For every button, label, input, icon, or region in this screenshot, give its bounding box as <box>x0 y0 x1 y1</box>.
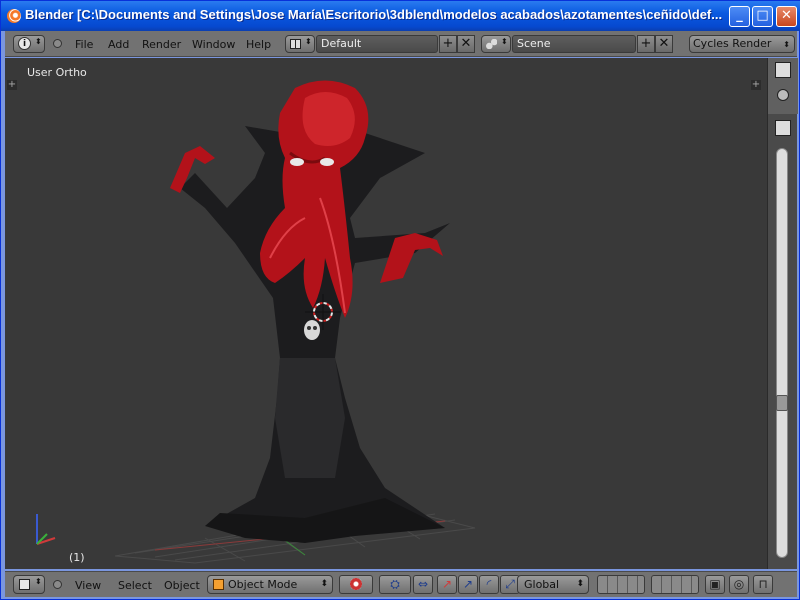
snap-button[interactable]: ⊓ <box>753 575 773 594</box>
pivot-icon: ⛭ <box>390 577 400 591</box>
plus-icon: + <box>640 36 652 51</box>
magnet-icon: ⊓ <box>758 577 768 591</box>
lock-camera-button[interactable]: ▣ <box>705 575 725 594</box>
add-scene-button[interactable]: + <box>637 35 655 53</box>
menu-render[interactable]: Render <box>142 38 181 51</box>
properties-scrollbar[interactable] <box>776 148 788 558</box>
current-frame: (1) <box>69 551 85 564</box>
outliner-header[interactable] <box>768 58 798 114</box>
menu-add[interactable]: Add <box>108 38 129 51</box>
info-icon: i <box>18 37 31 50</box>
scale-icon: ⤢ <box>505 577 515 591</box>
collapse-menu-icon[interactable] <box>53 580 62 589</box>
properties-region <box>767 58 798 569</box>
render-engine-selector[interactable]: Cycles Render ⬍ <box>689 35 795 53</box>
shading-sphere-icon <box>350 578 362 590</box>
axis-gizmo-icon <box>36 514 56 545</box>
transform-orientation-selector[interactable]: Global ⬍ <box>517 575 589 594</box>
close-button[interactable]: ✕ <box>776 6 797 27</box>
info-header: i ⬍ File Add Render Window Help ⬍ Defaul… <box>5 31 797 57</box>
menu-help[interactable]: Help <box>246 38 271 51</box>
manipulator-toggle[interactable]: ⇔ <box>413 575 433 594</box>
delete-scene-button[interactable]: ✕ <box>655 35 673 53</box>
menu-view[interactable]: View <box>75 579 101 592</box>
title-bar[interactable]: Blender [C:\Documents and Settings\Jose … <box>1 1 800 31</box>
add-layout-button[interactable]: + <box>439 35 457 53</box>
menu-select[interactable]: Select <box>118 579 152 592</box>
menu-window[interactable]: Window <box>192 38 235 51</box>
maximize-button[interactable]: □ <box>752 6 773 27</box>
plus-icon: + <box>442 36 454 51</box>
mode-selector[interactable]: Object Mode ⬍ <box>207 575 333 594</box>
x-icon: ✕ <box>658 36 670 51</box>
layer-buttons-1[interactable] <box>597 575 645 594</box>
properties-icon[interactable] <box>775 120 791 136</box>
x-icon: ✕ <box>460 36 472 51</box>
render-engine-label: Cycles Render <box>693 37 772 50</box>
object-mode-cube-icon <box>213 579 224 590</box>
rotate-icon: ◜ <box>486 577 492 591</box>
screen-layout-selector[interactable]: ⬍ <box>285 35 315 53</box>
chevron-updown-icon: ⬍ <box>501 37 508 46</box>
scene-render <box>36 80 476 564</box>
proportional-edit-icon: ◎ <box>733 577 745 591</box>
manipulator-icon: ⇔ <box>417 577 429 591</box>
scene-name-field[interactable]: Scene <box>512 35 636 53</box>
scrollbar-handle[interactable] <box>776 395 788 411</box>
blender-logo-icon <box>7 9 21 23</box>
lock-icon: ▣ <box>709 577 721 591</box>
chevron-updown-icon: ⬍ <box>783 40 790 49</box>
viewport-header: ⬍ View Select Object Object Mode ⬍ ⛭ ⇔ ↗… <box>5 571 797 597</box>
circle-icon <box>777 89 789 101</box>
collapse-menu-icon[interactable] <box>53 39 62 48</box>
chevron-updown-icon: ⬍ <box>305 37 312 46</box>
translate-arrow-icon: ↗ <box>441 577 453 591</box>
layout-name-field[interactable]: Default <box>316 35 438 53</box>
scene-icon <box>486 39 497 49</box>
shading-selector[interactable] <box>339 575 373 594</box>
chevron-updown-icon: ⬍ <box>35 37 42 46</box>
chevron-updown-icon: ⬍ <box>320 579 328 589</box>
delete-layout-button[interactable]: ✕ <box>457 35 475 53</box>
application-window: Blender [C:\Documents and Settings\Jose … <box>0 0 800 600</box>
mode-label: Object Mode <box>228 578 298 591</box>
outliner-icon[interactable] <box>775 62 791 78</box>
minimize-button[interactable]: _ <box>729 6 750 27</box>
rotate-manipulator-button[interactable]: ◜ <box>479 575 499 594</box>
close-icon: ✕ <box>781 8 792 23</box>
orientation-label: Global <box>524 578 560 591</box>
3d-viewport[interactable]: User Ortho + + (1) <box>5 58 767 569</box>
minimize-icon: _ <box>736 8 743 23</box>
menu-object[interactable]: Object <box>164 579 200 592</box>
translate-blue-button[interactable]: ↗ <box>458 575 478 594</box>
maximize-icon: □ <box>756 8 769 23</box>
menu-file[interactable]: File <box>75 38 93 51</box>
viewport-editor-type-button[interactable]: ⬍ <box>13 575 45 594</box>
chevron-updown-icon: ⬍ <box>35 577 42 586</box>
chevron-updown-icon: ⬍ <box>576 579 584 589</box>
editor-type-button[interactable]: i ⬍ <box>13 35 45 53</box>
arrow-icon: ↗ <box>462 577 474 591</box>
translate-manipulator-button[interactable]: ↗ <box>437 575 457 594</box>
layer-buttons-2[interactable] <box>651 575 699 594</box>
scene-selector[interactable]: ⬍ <box>481 35 511 53</box>
proportional-edit-button[interactable]: ◎ <box>729 575 749 594</box>
pivot-selector[interactable]: ⛭ <box>379 575 411 594</box>
window-title: Blender [C:\Documents and Settings\Jose … <box>25 7 723 22</box>
layout-icon <box>290 39 301 49</box>
cube-icon <box>19 579 30 590</box>
